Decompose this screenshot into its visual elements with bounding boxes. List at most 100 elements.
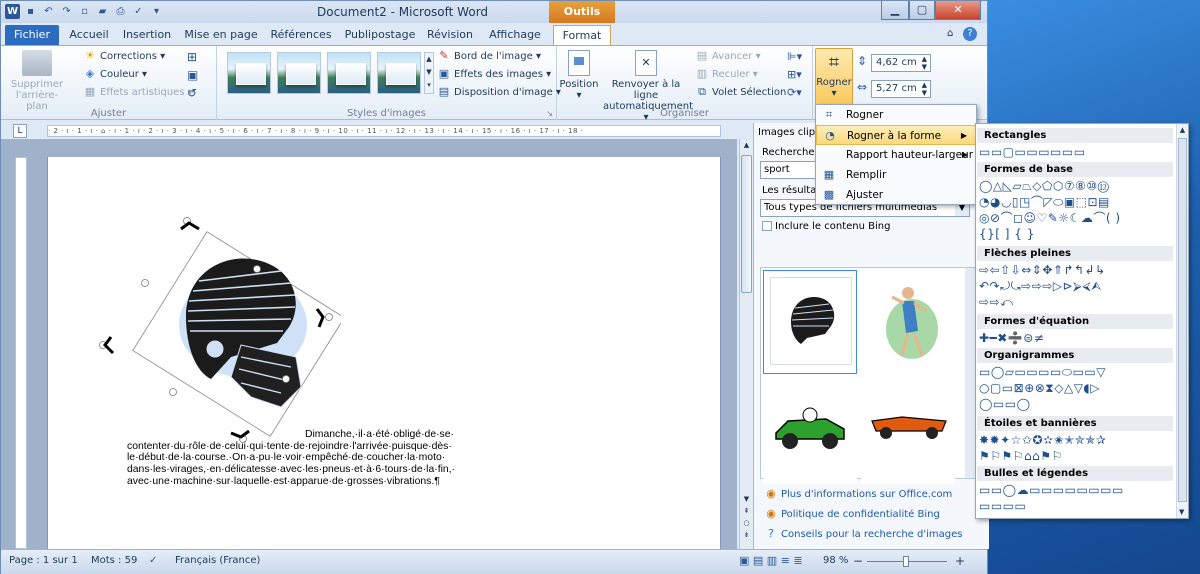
bing-checkbox[interactable]: Inclure le contenu Bing bbox=[762, 221, 890, 232]
picture-border-button[interactable]: ✎ Bord de l'image ▾ bbox=[437, 48, 541, 66]
office-info-link[interactable]: ◉ Plus d'informations sur Office.com bbox=[764, 487, 952, 501]
search-input[interactable]: sport bbox=[760, 161, 820, 179]
tab-selector-icon[interactable]: L bbox=[13, 124, 27, 138]
zoom-slider-thumb[interactable] bbox=[903, 556, 909, 567]
reset-picture-icon[interactable]: ↺ bbox=[187, 86, 197, 100]
crop-button[interactable]: ⌗ Rogner ▾ bbox=[815, 48, 853, 106]
menu-item-rapport[interactable]: Rapport hauteur-largeur ▶ bbox=[816, 145, 976, 165]
bring-forward-button[interactable]: ▤ Avancer ▾ bbox=[695, 48, 761, 66]
submenu-scroll-thumb[interactable] bbox=[1178, 138, 1187, 502]
shapes-row[interactable]: {}[ ] { } bbox=[979, 226, 1177, 242]
send-backward-button[interactable]: ▥ Reculer ▾ bbox=[695, 66, 758, 84]
couleur-button[interactable]: ◈ Couleur ▾ bbox=[83, 66, 147, 84]
scroll-thumb[interactable] bbox=[741, 155, 752, 293]
shapes-row[interactable]: ▭▭▢▭▭▭▭▭▭ bbox=[979, 144, 1177, 160]
menu-item-rogner-forme[interactable]: ◔ Rogner à la forme ▶ bbox=[816, 125, 976, 145]
search-tips-text[interactable]: Conseils pour la recherche d'images bbox=[781, 529, 962, 540]
maximize-button[interactable]: ▢ bbox=[909, 1, 935, 20]
scroll-down-icon[interactable]: ▼ ⇞ ○ ⇟ bbox=[741, 493, 752, 541]
clipart-result-f1car[interactable] bbox=[861, 380, 955, 484]
shapes-row[interactable]: ▭▭▭▭ bbox=[979, 498, 1177, 514]
remove-background-button[interactable]: Supprimer l'arrière-plan bbox=[7, 50, 67, 112]
scroll-up-icon[interactable]: ▲ bbox=[1177, 126, 1188, 134]
open-icon[interactable]: ▰ bbox=[95, 4, 110, 19]
helmet-picture[interactable] bbox=[91, 207, 341, 447]
rotate-icon[interactable]: ⟳▾ bbox=[787, 86, 802, 99]
shapes-row[interactable]: ◯△◺▱⏢◇⬠⬡⑦⑧⑩⑫ bbox=[979, 178, 1177, 194]
document-paragraph[interactable]: Dimanche,·il·a·été·obligé·de·se· content… bbox=[127, 429, 467, 488]
tab-accueil[interactable]: Accueil bbox=[65, 25, 113, 45]
picture-effects-button[interactable]: ▣ Effets des images ▾ bbox=[437, 66, 551, 84]
picture-style-1[interactable] bbox=[227, 52, 271, 94]
menu-item-remplir[interactable]: ▦ Remplir bbox=[816, 165, 976, 185]
tab-insertion[interactable]: Insertion bbox=[119, 25, 175, 45]
print-preview-icon[interactable]: ⎙ bbox=[113, 4, 128, 19]
shapes-row[interactable]: ⚑⚐⚑⚐⌂⌂⚑⚐ bbox=[979, 448, 1177, 464]
tab-references[interactable]: Références bbox=[267, 25, 335, 45]
height-spinner-icon[interactable]: ▲ ▼ bbox=[922, 55, 927, 71]
scroll-down-icon[interactable]: ▼ bbox=[1179, 508, 1184, 516]
shapes-row[interactable]: ⇨⇦⇧⇩⇔⇕✥⇑↱↰↲↳ bbox=[979, 262, 1177, 278]
clipart-result-racecar[interactable] bbox=[763, 380, 857, 484]
shapes-row[interactable]: ✚━✖➗⊜≠ bbox=[979, 330, 1177, 346]
shapes-row[interactable]: ◎⊘⌒◻☺♡✎☼☾☁⌒( ) bbox=[979, 210, 1177, 226]
shapes-row[interactable]: ▭▭◯☁▭▭▭▭▭▭▭▭ bbox=[979, 482, 1177, 498]
bing-privacy-text[interactable]: Politique de confidentialité Bing bbox=[781, 509, 940, 520]
position-button[interactable]: Position ▾ bbox=[559, 50, 599, 101]
compress-pictures-icon[interactable]: ⊞ bbox=[187, 50, 197, 64]
picture-style-2[interactable] bbox=[277, 52, 321, 94]
undo-icon[interactable]: ↶ bbox=[41, 4, 56, 19]
view-buttons-icon[interactable]: ▣ ▤ ▥ ≡ ≣ bbox=[739, 550, 803, 572]
tab-fichier[interactable]: Fichier bbox=[5, 25, 59, 45]
checkbox-box[interactable] bbox=[762, 221, 772, 231]
shapes-row[interactable]: ◯▭▭◯ bbox=[979, 396, 1177, 412]
document-scrollbar[interactable]: ▲ ▼ ⇞ ○ ⇟ bbox=[739, 139, 753, 549]
group-icon[interactable]: ⊞▾ bbox=[787, 68, 802, 81]
zoom-out-button[interactable]: − bbox=[853, 550, 863, 572]
submenu-scrollbar[interactable]: ▲ ▼ bbox=[1176, 124, 1188, 518]
selection-pane-button[interactable]: ⧉ Volet Sélection bbox=[695, 84, 786, 102]
customize-qat-icon[interactable]: ▾ bbox=[149, 4, 164, 19]
word-count[interactable]: Mots : 59 bbox=[91, 550, 137, 572]
search-tips-link[interactable]: ? Conseils pour la recherche d'images bbox=[764, 527, 962, 541]
proofing-icon[interactable]: ✓ bbox=[149, 550, 157, 572]
tab-revision[interactable]: Révision bbox=[423, 25, 477, 45]
save-icon[interactable]: ▪ bbox=[23, 4, 38, 19]
tab-affichage[interactable]: Affichage bbox=[485, 25, 545, 45]
ribbon-collapse-icon[interactable]: ⌂ bbox=[947, 28, 953, 39]
height-input[interactable]: 4,62 cm ▲ ▼ bbox=[871, 54, 931, 72]
language[interactable]: Français (France) bbox=[175, 550, 260, 572]
bing-privacy-link[interactable]: ◉ Politique de confidentialité Bing bbox=[764, 507, 940, 521]
clipart-result-athlete[interactable] bbox=[861, 270, 955, 374]
scroll-up-icon[interactable]: ▲ bbox=[741, 141, 752, 153]
picture-layout-button[interactable]: ▤ Disposition d'image ▾ bbox=[437, 84, 561, 102]
width-spinner-icon[interactable]: ▲ ▼ bbox=[922, 81, 927, 97]
shapes-row[interactable]: ▭◯▱▭▭▭▭⬭▭▭▽ bbox=[979, 364, 1177, 380]
styles-dialog-launcher-icon[interactable]: ↘ bbox=[546, 109, 553, 118]
shapes-row[interactable]: ○▢▭⊠⊕⊗⧗◇△▽◖▷ bbox=[979, 380, 1177, 396]
picture-style-4[interactable] bbox=[377, 52, 421, 94]
shapes-row[interactable]: ⇨⇨⤺ bbox=[979, 294, 1177, 310]
help-icon[interactable]: ? bbox=[963, 27, 977, 41]
zoom-level[interactable]: 98 % bbox=[823, 550, 848, 572]
office-info-text[interactable]: Plus d'informations sur Office.com bbox=[781, 489, 952, 500]
align-icon[interactable]: ⊫▾ bbox=[787, 50, 802, 63]
tab-mise-en-page[interactable]: Mise en page bbox=[183, 25, 259, 45]
clipart-result-helmet[interactable] bbox=[763, 270, 857, 374]
menu-item-rogner[interactable]: ⌗ Rogner bbox=[816, 105, 976, 125]
horizontal-ruler[interactable]: · 2 · ı · 1 · ı · ⌂ · ı · 1 · ı · 2 · ı … bbox=[47, 125, 721, 137]
page-count[interactable]: Page : 1 sur 1 bbox=[9, 550, 78, 572]
change-picture-icon[interactable]: ▣ bbox=[187, 68, 198, 82]
word-logo-icon[interactable]: W bbox=[5, 4, 20, 19]
minimize-button[interactable]: ▁ bbox=[881, 1, 909, 20]
redo-icon[interactable]: ↷ bbox=[59, 4, 74, 19]
new-doc-icon[interactable]: ▫ bbox=[77, 4, 92, 19]
menu-item-ajuster[interactable]: ▩ Ajuster bbox=[816, 185, 976, 205]
styles-gallery-scroll[interactable]: ▲ ▼ ▾ bbox=[424, 52, 434, 94]
vertical-ruler[interactable] bbox=[15, 157, 27, 549]
shapes-row[interactable]: ↶↷⤾⤿⇨⇨⇨▷⊳⮚⮘⮙ bbox=[979, 278, 1177, 294]
tab-format[interactable]: Format bbox=[553, 25, 611, 46]
corrections-button[interactable]: ☀ Corrections ▾ bbox=[83, 48, 165, 66]
zoom-in-button[interactable]: + bbox=[955, 550, 965, 572]
spelling-icon[interactable]: ✓ bbox=[131, 4, 146, 19]
